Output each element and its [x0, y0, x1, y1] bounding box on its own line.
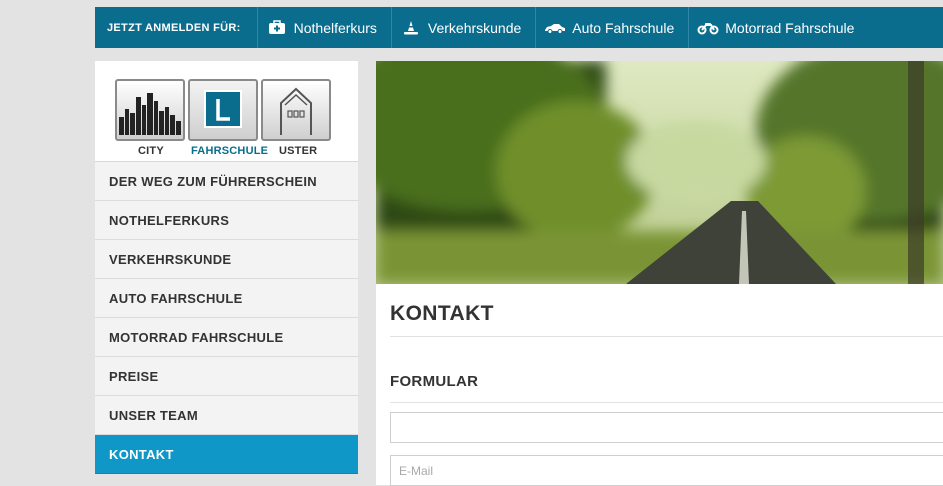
sidebar-item-auto-fahrschule[interactable]: AUTO FAHRSCHULE — [95, 279, 358, 318]
sidebar-item-preise[interactable]: PREISE — [95, 357, 358, 396]
top-nav-nothelferkurs[interactable]: Nothelferkurs — [258, 7, 391, 48]
page-title: KONTAKT — [390, 302, 494, 325]
sidebar: CITY FAHRSCHULE USTER DER WEG ZUM FÜHRER… — [95, 61, 358, 474]
sidebar-item-unser-team[interactable]: UNSER TEAM — [95, 396, 358, 435]
top-nav-verkehrskunde[interactable]: Verkehrskunde — [392, 7, 535, 48]
sidebar-item-weg-zum-fuehrerschein[interactable]: DER WEG ZUM FÜHRERSCHEIN — [95, 162, 358, 201]
top-nav-label: Nothelferkurs — [293, 19, 377, 36]
first-aid-kit-icon — [266, 20, 288, 36]
sidebar-item-kontakt[interactable]: KONTAKT — [95, 435, 358, 474]
name-field[interactable] — [390, 412, 943, 443]
car-icon — [544, 20, 566, 36]
email-field[interactable] — [390, 455, 943, 486]
signup-lead-label: JETZT ANMELDEN FÜR: — [107, 21, 241, 34]
top-nav-motorrad-fahrschule[interactable]: Motorrad Fahrschule — [689, 7, 868, 48]
divider — [390, 402, 943, 403]
sidebar-menu: DER WEG ZUM FÜHRERSCHEIN NOTHELFERKURS V… — [95, 162, 358, 474]
learner-plate-icon — [188, 79, 258, 141]
traffic-cone-icon — [400, 20, 422, 36]
sidebar-item-nothelferkurs[interactable]: NOTHELFERKURS — [95, 201, 358, 240]
top-navigation-bar: JETZT ANMELDEN FÜR: Nothelferkurs Verkeh… — [95, 7, 943, 48]
sidebar-item-verkehrskunde[interactable]: VERKEHRSKUNDE — [95, 240, 358, 279]
top-nav-label: Verkehrskunde — [427, 19, 522, 36]
sidebar-item-motorrad-fahrschule[interactable]: MOTORRAD FAHRSCHULE — [95, 318, 358, 357]
logo-caption-uster: USTER — [279, 145, 318, 157]
building-icon — [261, 79, 331, 141]
top-nav-label: Motorrad Fahrschule — [725, 19, 855, 36]
logo[interactable]: CITY FAHRSCHULE USTER — [95, 61, 358, 162]
logo-caption-fahrschule: FAHRSCHULE — [191, 145, 269, 157]
logo-caption-city: CITY — [138, 145, 164, 157]
divider — [390, 336, 943, 337]
motorcycle-icon — [697, 20, 719, 36]
top-nav-label: Auto Fahrschule — [572, 19, 675, 36]
main-content: KONTAKT FORMULAR — [376, 284, 943, 486]
section-title: FORMULAR — [390, 373, 479, 390]
top-nav-auto-fahrschule[interactable]: Auto Fahrschule — [536, 7, 688, 48]
city-skyline-icon — [115, 79, 185, 141]
hero-image — [376, 61, 943, 284]
